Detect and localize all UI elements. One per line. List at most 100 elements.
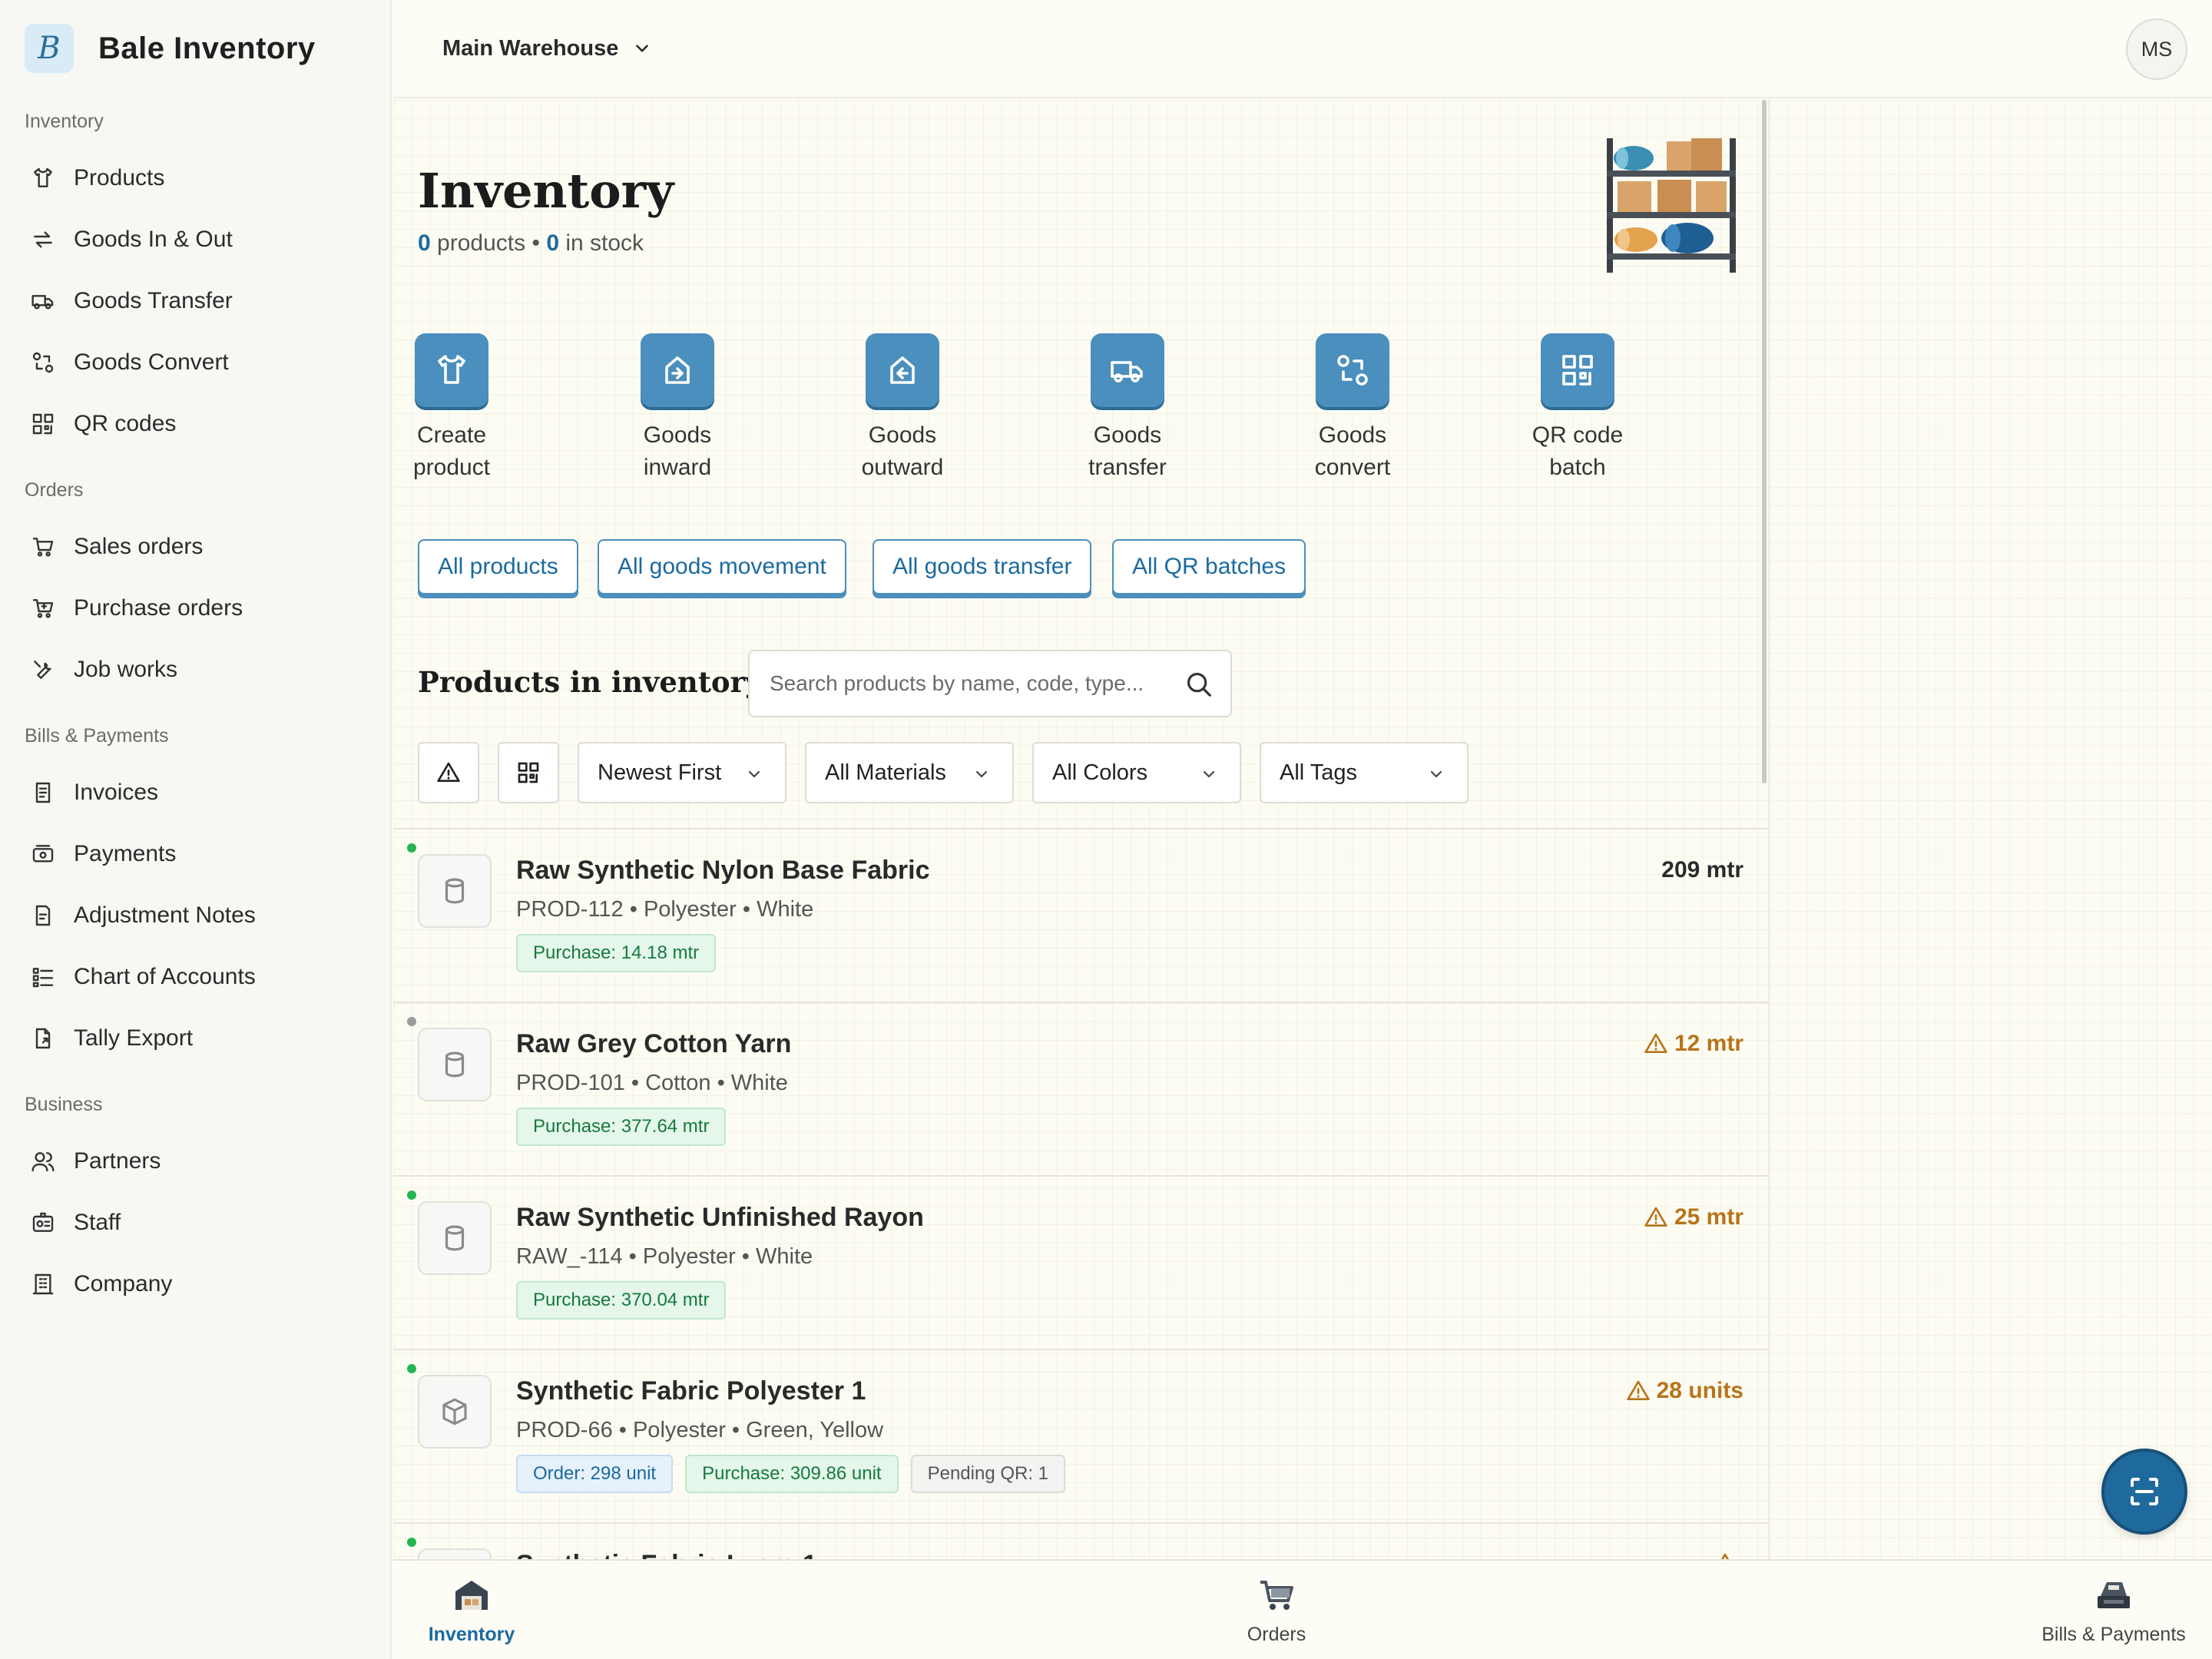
sidebar-item-staff[interactable]: Staff [25,1198,363,1247]
scrollbar[interactable] [1762,100,1767,783]
product-thumbnail [418,1028,492,1101]
shelf-illustration [1607,138,1736,273]
search-input[interactable] [751,653,1166,714]
product-thumbnail [418,1201,492,1275]
badge-icon [32,1212,54,1232]
page-stats: 0 products • 0 in stock [418,230,644,257]
product-row[interactable]: Raw Grey Cotton Yarn PROD-101 • Cotton • … [393,1002,1768,1175]
goods-outward-tile [866,333,939,407]
users-icon [31,1152,55,1172]
search-icon[interactable] [1184,670,1214,699]
top-bar: Main Warehouse MS [393,0,2212,98]
sidebar-item-invoices[interactable]: Invoices [25,768,363,817]
sidebar-item-goods-transfer[interactable]: Goods Transfer [25,276,363,326]
tags-dropdown[interactable]: All Tags [1260,742,1469,803]
qa-label-line1: Goods [643,422,712,448]
sidebar-item-chart-of-accounts[interactable]: Chart of Accounts [25,952,363,1002]
box-icon [442,1398,467,1426]
page-title: Inventory [418,163,674,219]
convert-icon [32,352,54,373]
product-quantity-value: 12 mtr [1674,1031,1743,1056]
qr-filter-button[interactable] [498,742,559,803]
brand[interactable]: B Bale Inventory [25,23,316,74]
sidebar-item-goods-convert[interactable]: Goods Convert [25,338,363,387]
stock-count: 0 [546,230,559,256]
sidebar-item-label: Job works [74,657,178,682]
all-products-link[interactable]: All products [418,539,578,594]
goods-inward-button[interactable]: Goods inward [601,333,754,484]
product-meta: PROD-66 • Polyester • Green, Yellow [516,1418,884,1442]
nav-section-orders: Orders [25,479,84,501]
sidebar-item-label: Goods Convert [74,349,229,375]
product-quantity: 25 mtr [1644,1204,1743,1230]
product-row[interactable]: Raw Synthetic Unfinished Rayon RAW_-114 •… [393,1175,1768,1349]
warehouse-icon [455,1581,488,1610]
product-meta: PROD-101 • Cotton • White [516,1071,788,1095]
sidebar-item-adjustment-notes[interactable]: Adjustment Notes [25,891,363,940]
qr-icon [32,413,54,435]
nav-section-bills: Bills & Payments [25,725,169,747]
scan-button[interactable] [2101,1449,2187,1535]
product-row[interactable]: Raw Synthetic Nylon Base Fabric PROD-112 … [393,828,1768,1002]
qa-label-line1: Create [416,422,487,448]
sidebar-item-partners[interactable]: Partners [25,1137,363,1186]
goods-outward-button[interactable]: Goods outward [826,333,979,484]
warehouse-selector[interactable]: Main Warehouse [442,29,652,68]
material-dropdown[interactable]: All Materials [805,742,1014,803]
sidebar-item-label: Tally Export [74,1025,194,1051]
sidebar-item-payments[interactable]: Payments [25,830,363,879]
building-icon [32,1273,54,1295]
sort-dropdown-value: Newest First [598,760,722,785]
product-name: Raw Synthetic Nylon Base Fabric [516,856,930,885]
shirt-icon [438,355,465,384]
status-dot [407,1017,416,1026]
product-name: Raw Grey Cotton Yarn [516,1029,792,1058]
qa-label-line2: batch [1549,455,1606,480]
tab-bills-payments[interactable]: Bills & Payments [2029,1575,2198,1646]
all-qr-batches-link[interactable]: All QR batches [1112,539,1306,594]
low-stock-filter-button[interactable] [418,742,479,803]
chevron-down-icon [1430,770,1442,778]
sidebar-item-label: Staff [74,1210,121,1235]
qr-code-batch-button[interactable]: QR code batch [1501,333,1654,484]
chevron-down-icon [1203,770,1215,778]
avatar[interactable]: MS [2126,18,2187,80]
product-meta: RAW_-114 • Polyester • White [516,1244,813,1269]
nav-section-business: Business [25,1094,103,1115]
sidebar-item-qr-codes[interactable]: QR codes [25,399,363,449]
sidebar-item-tally-export[interactable]: Tally Export [25,1014,363,1063]
sidebar-item-sales-orders[interactable]: Sales orders [25,522,363,571]
order-tag: Order: 298 unit [516,1455,674,1493]
purchase-tag: Purchase: 370.04 mtr [516,1281,727,1320]
tab-inventory[interactable]: Inventory [418,1575,525,1646]
warning-icon [1644,1207,1667,1227]
create-product-button[interactable]: Create product [393,333,528,484]
product-quantity-value: 25 mtr [1674,1204,1743,1230]
sidebar-item-purchase-orders[interactable]: Purchase orders [25,584,363,633]
sidebar-item-job-works[interactable]: Job works [25,645,363,694]
cylinder-icon [445,878,465,904]
sidebar-item-products[interactable]: Products [25,154,363,203]
sort-dropdown[interactable]: Newest First [578,742,786,803]
export-icon [35,1028,51,1049]
goods-transfer-button[interactable]: Goods transfer [1051,333,1204,484]
product-row[interactable]: Synthetic Fabric Polyester 1 PROD-66 • Po… [393,1349,1768,1522]
cart-plus-icon [32,599,54,618]
cylinder-icon [445,1225,465,1251]
sidebar: B Bale Inventory Inventory Products Good… [0,0,392,1659]
product-name: Synthetic Fabric Polyester 1 [516,1376,866,1406]
invoice-icon [35,782,51,803]
color-dropdown[interactable]: All Colors [1032,742,1241,803]
product-name: Synthetic Fabric Lycra 1 [516,1550,817,1559]
product-row[interactable]: Synthetic Fabric Lycra 1 [393,1522,1768,1559]
purchase-tag: Purchase: 14.18 mtr [516,934,717,972]
bottom-nav: Inventory Orders Bills & Payments [393,1559,2212,1659]
all-goods-transfer-link[interactable]: All goods transfer [873,539,1092,594]
sidebar-item-company[interactable]: Company [25,1260,363,1309]
tab-orders[interactable]: Orders [1200,1575,1353,1646]
sidebar-item-goods-in-out[interactable]: Goods In & Out [25,215,363,264]
goods-convert-button[interactable]: Goods convert [1276,333,1429,484]
shirt-icon [34,167,52,187]
all-goods-movement-link[interactable]: All goods movement [598,539,846,594]
sidebar-item-label: Products [74,165,165,190]
